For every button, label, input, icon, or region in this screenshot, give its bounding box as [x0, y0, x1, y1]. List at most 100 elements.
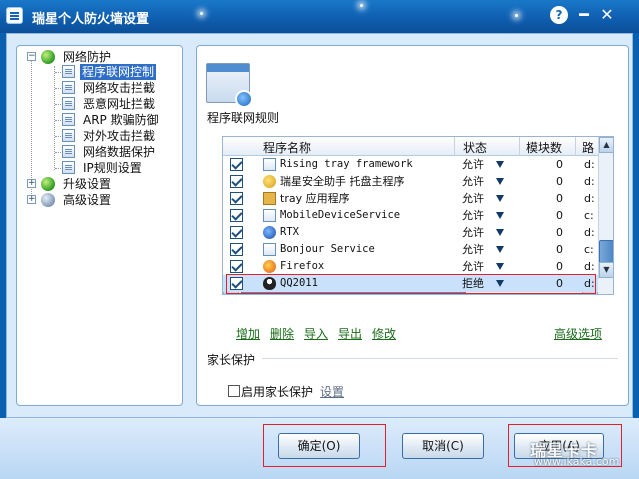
- status-dropdown-icon[interactable]: [496, 246, 504, 253]
- tree-item-network-protection[interactable]: 网络防护: [63, 49, 111, 65]
- collapse-toggle-icon[interactable]: −: [27, 52, 36, 61]
- parental-checkbox-label[interactable]: 启用家长保护: [241, 383, 313, 400]
- tree-item-arp-defense[interactable]: ARP 欺骗防御: [83, 112, 159, 128]
- rtx-icon: [263, 226, 276, 239]
- column-divider: [454, 137, 455, 156]
- doc-icon: [263, 209, 276, 222]
- row-checkbox[interactable]: [230, 226, 243, 239]
- status-value: 允许: [462, 226, 484, 239]
- page-icon: [62, 145, 75, 158]
- table-row[interactable]: RTX 允许 0 d:: [223, 224, 598, 241]
- tree-item-data-protection[interactable]: 网络数据保护: [83, 144, 155, 160]
- table-header: 程序名称 状态 模块数 路: [223, 137, 598, 156]
- export-link[interactable]: 导出: [338, 325, 362, 342]
- tree-item-ip-rules[interactable]: IP规则设置: [83, 160, 142, 176]
- highlight-box: [263, 424, 386, 467]
- page-icon: [62, 113, 75, 126]
- upgrade-globe-icon: [41, 177, 55, 191]
- program-path: d:: [584, 175, 595, 188]
- status-dropdown-icon[interactable]: [496, 229, 504, 236]
- advanced-options-link[interactable]: 高级选项: [554, 325, 602, 342]
- table-row[interactable]: Rising tray framework 允许 0 d:: [223, 156, 598, 173]
- column-name[interactable]: 程序名称: [263, 139, 311, 156]
- vertical-scrollbar[interactable]: ▲ ▼: [598, 137, 613, 279]
- doc-icon: [263, 158, 276, 171]
- close-button[interactable]: ✕: [598, 6, 616, 24]
- tree-item-attack-block[interactable]: 网络攻击拦截: [83, 80, 155, 96]
- row-checkbox[interactable]: [230, 192, 243, 205]
- status-value: 允许: [462, 209, 484, 222]
- program-path: c:: [584, 243, 594, 256]
- column-divider: [519, 137, 520, 156]
- section-title: 程序联网规则: [207, 111, 280, 125]
- program-name: Firefox: [280, 260, 325, 272]
- page-icon: [62, 97, 75, 110]
- status-value: 允许: [462, 260, 484, 273]
- window-title: 瑞星个人防火墙设置: [32, 12, 150, 27]
- table-row[interactable]: tray 应用程序 允许 0 d:: [223, 190, 598, 207]
- scroll-down-icon[interactable]: ▼: [599, 262, 613, 278]
- status-dropdown-icon[interactable]: [496, 161, 504, 168]
- status-dropdown-icon[interactable]: [496, 212, 504, 219]
- column-status[interactable]: 状态: [463, 139, 487, 156]
- gear-icon: [41, 193, 55, 207]
- scroll-up-icon[interactable]: ▲: [599, 137, 613, 153]
- row-checkbox[interactable]: [230, 260, 243, 273]
- program-name: MobileDeviceService: [280, 209, 401, 221]
- row-checkbox[interactable]: [230, 175, 243, 188]
- column-divider: [575, 137, 576, 156]
- row-checkbox[interactable]: [230, 158, 243, 171]
- program-name: Rising tray framework: [280, 158, 413, 170]
- parental-settings-link[interactable]: 设置: [320, 383, 344, 400]
- minimize-button[interactable]: ━: [575, 6, 593, 24]
- watermark-url: www.ikaka.com: [534, 455, 620, 468]
- table-row[interactable]: MobileDeviceService 允许 0 c:: [223, 207, 598, 224]
- expand-toggle-icon[interactable]: +: [27, 179, 36, 188]
- scroll-thumb[interactable]: [599, 240, 613, 264]
- module-count: 0: [556, 226, 563, 239]
- expand-toggle-icon[interactable]: +: [27, 195, 36, 204]
- table-row[interactable]: Bonjour Service 允许 0 c:: [223, 241, 598, 258]
- page-icon: [62, 129, 75, 142]
- program-name: RTX: [280, 226, 299, 238]
- import-link[interactable]: 导入: [304, 325, 328, 342]
- module-count: 0: [556, 243, 563, 256]
- status-dropdown-icon[interactable]: [496, 263, 504, 270]
- column-modules[interactable]: 模块数: [526, 139, 562, 156]
- tree-line: [54, 66, 55, 170]
- row-checkbox[interactable]: [230, 243, 243, 256]
- sparkle-decoration: [515, 14, 518, 17]
- tree-item-upgrade[interactable]: 升级设置: [63, 176, 111, 192]
- parental-section-title: 家长保护: [207, 353, 256, 367]
- rising-icon: [263, 175, 276, 188]
- status-value: 允许: [462, 192, 484, 205]
- status-value: 允许: [462, 175, 484, 188]
- title-bar[interactable]: 瑞星个人防火墙设置 ? ━ ✕: [0, 0, 639, 33]
- table-row[interactable]: Firefox 允许 0 d:: [223, 258, 598, 275]
- program-network-icon: [206, 63, 253, 108]
- table-row[interactable]: 瑞星安全助手 托盘主程序 允许 0 d:: [223, 173, 598, 190]
- tree-item-program-control[interactable]: 程序联网控制: [80, 64, 157, 80]
- add-link[interactable]: 增加: [236, 325, 260, 342]
- tree-item-advanced[interactable]: 高级设置: [63, 192, 111, 208]
- status-dropdown-icon[interactable]: [496, 178, 504, 185]
- column-path[interactable]: 路: [582, 139, 594, 156]
- program-path: d:: [584, 226, 595, 239]
- program-rules-table[interactable]: 程序名称 状态 模块数 路 Rising tray framework 允许 0…: [222, 136, 614, 295]
- parental-checkbox[interactable]: [228, 385, 240, 397]
- row-checkbox[interactable]: [230, 209, 243, 222]
- tree-item-outbound-attack[interactable]: 对外攻击拦截: [83, 128, 155, 144]
- program-path: d:: [584, 158, 595, 171]
- app-logo-icon: [6, 7, 23, 24]
- network-globe-icon: [41, 50, 55, 64]
- cancel-button[interactable]: 取消(C): [402, 433, 484, 459]
- status-dropdown-icon[interactable]: [496, 195, 504, 202]
- settings-tree: − 网络防护 程序联网控制 网络攻击拦截 恶意网址拦截 ARP 欺骗防御 对外攻…: [16, 45, 183, 406]
- program-name: Bonjour Service: [280, 243, 375, 255]
- help-button[interactable]: ?: [550, 6, 568, 24]
- modify-link[interactable]: 修改: [372, 325, 396, 342]
- tree-item-malicious-url[interactable]: 恶意网址拦截: [83, 96, 155, 112]
- delete-link[interactable]: 删除: [270, 325, 294, 342]
- page-icon: [62, 161, 75, 174]
- resize-grip-icon[interactable]: [598, 279, 613, 294]
